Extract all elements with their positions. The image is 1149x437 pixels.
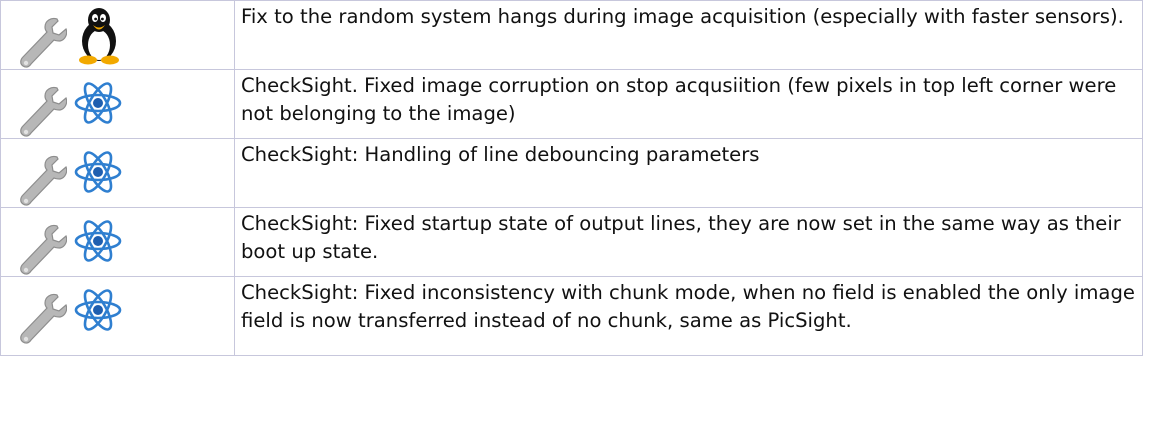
change-description: CheckSight: Fixed inconsistency with chu… <box>234 276 1143 356</box>
icon-cell <box>0 207 235 277</box>
table-row: CheckSight: Handling of line debouncing … <box>0 138 1143 208</box>
atom-icon <box>74 289 122 331</box>
change-description: CheckSight. Fixed image corruption on st… <box>234 69 1143 139</box>
change-description: Fix to the random system hangs during im… <box>234 0 1143 70</box>
icon-cell <box>0 276 235 356</box>
icon-cell <box>0 0 235 70</box>
icon-cell <box>0 138 235 208</box>
icon-cell <box>0 69 235 139</box>
atom-icon <box>74 220 122 262</box>
change-description: CheckSight: Handling of line debouncing … <box>234 138 1143 208</box>
table-row: CheckSight: Fixed inconsistency with chu… <box>0 276 1143 356</box>
wrench-icon <box>20 155 67 206</box>
wrench-icon <box>20 86 67 137</box>
wrench-icon <box>20 224 67 275</box>
atom-icon <box>74 151 122 193</box>
changelog-table: Fix to the random system hangs during im… <box>0 0 1143 356</box>
table-row: Fix to the random system hangs during im… <box>0 0 1143 70</box>
atom-icon <box>74 82 122 124</box>
linux-tux-icon <box>79 8 119 65</box>
table-row: CheckSight: Fixed startup state of outpu… <box>0 207 1143 277</box>
table-row: CheckSight. Fixed image corruption on st… <box>0 69 1143 139</box>
wrench-icon <box>20 293 67 344</box>
change-description: CheckSight: Fixed startup state of outpu… <box>234 207 1143 277</box>
wrench-icon <box>20 17 67 68</box>
